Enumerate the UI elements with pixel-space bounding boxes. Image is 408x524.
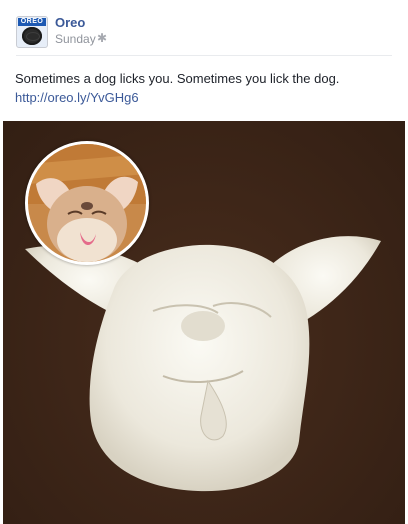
- post-link[interactable]: http://oreo.ly/YvGHg6: [15, 90, 139, 105]
- dog-face-image: [28, 144, 146, 262]
- post-card: OREO Oreo Sunday ✱ Sometimes a dog licks…: [0, 0, 408, 524]
- post-message: Sometimes a dog licks you. Sometimes you…: [15, 71, 340, 86]
- oreo-logo-text: OREO: [18, 18, 46, 26]
- oreo-cookie-icon: [22, 27, 42, 45]
- page-avatar[interactable]: OREO: [16, 16, 48, 48]
- gear-icon[interactable]: ✱: [97, 31, 107, 45]
- post-timestamp[interactable]: Sunday: [55, 32, 96, 46]
- dog-photo-inset: [25, 141, 149, 265]
- page-name-link[interactable]: Oreo: [55, 15, 85, 30]
- post-photo[interactable]: [3, 121, 405, 524]
- header-divider: [16, 55, 392, 56]
